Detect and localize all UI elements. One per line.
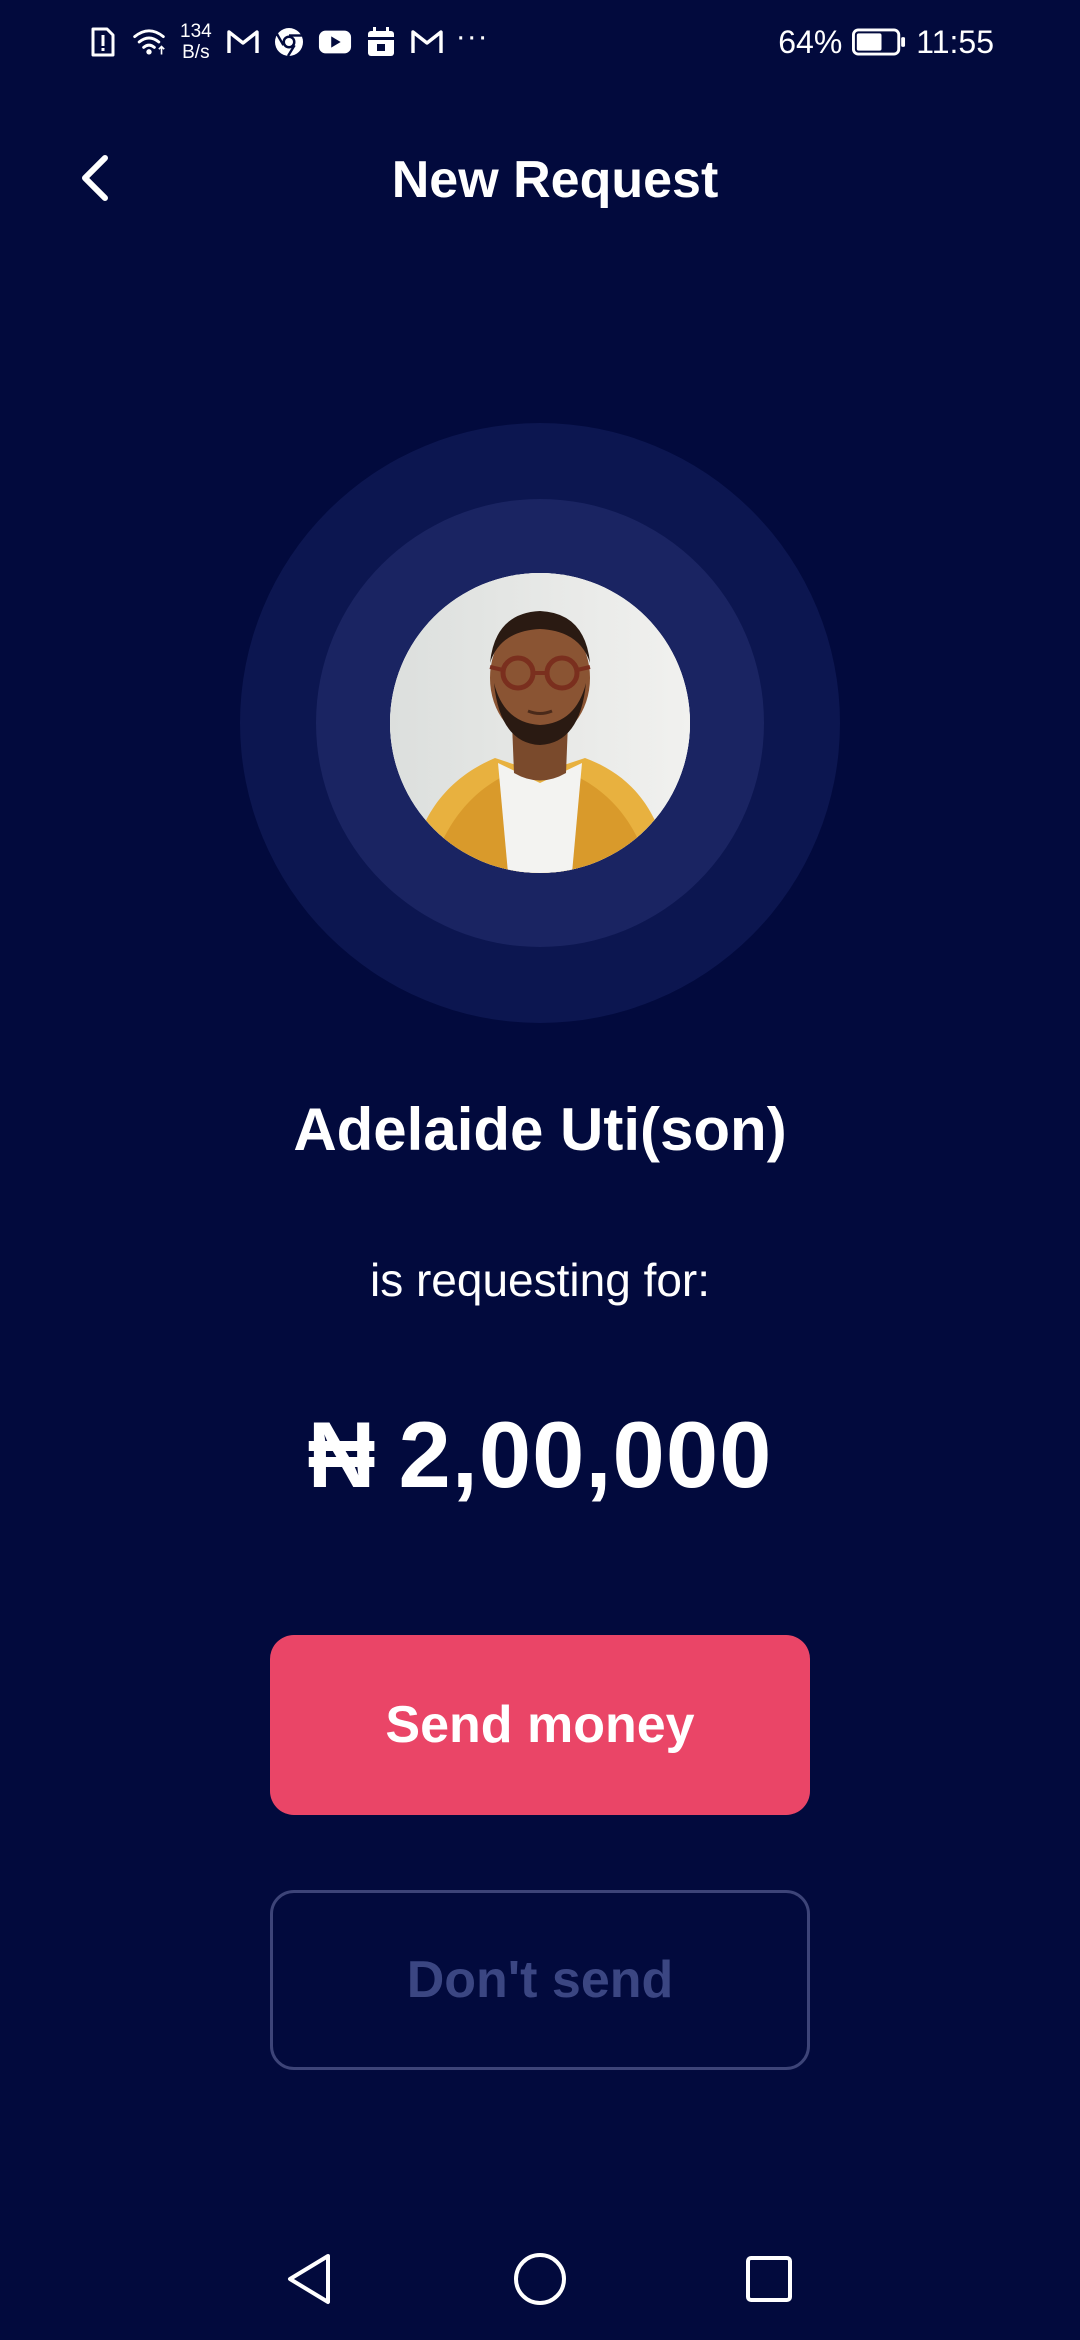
youtube-icon — [318, 25, 352, 59]
gmail-icon — [226, 25, 260, 59]
currency-symbol: ₦ — [307, 1402, 377, 1507]
nav-back-button[interactable] — [274, 2246, 344, 2316]
network-speed-value: 134 — [180, 21, 212, 42]
app-header: New Request — [0, 130, 1080, 230]
back-button[interactable] — [60, 150, 130, 210]
triangle-back-icon — [284, 2251, 334, 2312]
requester-name: Adelaide Uti(son) — [293, 1096, 787, 1163]
wifi-icon — [132, 25, 166, 59]
page-title: New Request — [391, 151, 719, 209]
alert-sim-icon — [86, 25, 120, 59]
status-bar-system: 64% 11:55 — [778, 16, 994, 68]
system-navigation-bar — [0, 2230, 1080, 2330]
circle-home-icon — [512, 2251, 568, 2312]
network-speed: 134 B/s — [180, 21, 212, 63]
chrome-icon — [272, 25, 306, 59]
amount-value: 2,00,000 — [398, 1402, 773, 1507]
status-bar-notifications: 134 B/s ··· — [86, 16, 489, 68]
battery-icon — [852, 28, 906, 56]
send-money-button[interactable]: Send money — [270, 1635, 810, 1815]
calendar-icon — [364, 25, 398, 59]
network-speed-unit: B/s — [182, 42, 210, 63]
gmail-icon — [410, 25, 444, 59]
square-recents-icon — [743, 2253, 795, 2310]
nav-home-button[interactable] — [505, 2246, 575, 2316]
request-message: is requesting for: — [369, 1254, 711, 1306]
dont-send-button[interactable]: Don't send — [270, 1890, 810, 2070]
status-bar: 134 B/s ··· 64% 11:55 — [0, 0, 1080, 84]
chevron-left-icon — [77, 152, 113, 209]
requested-amount: ₦ 2,00,000 — [0, 1400, 1080, 1510]
avatar — [390, 573, 690, 873]
nav-recents-button[interactable] — [734, 2246, 804, 2316]
more-notifications-indicator: ··· — [455, 20, 489, 53]
clock: 11:55 — [916, 23, 994, 60]
battery-percent: 64% — [778, 23, 843, 60]
